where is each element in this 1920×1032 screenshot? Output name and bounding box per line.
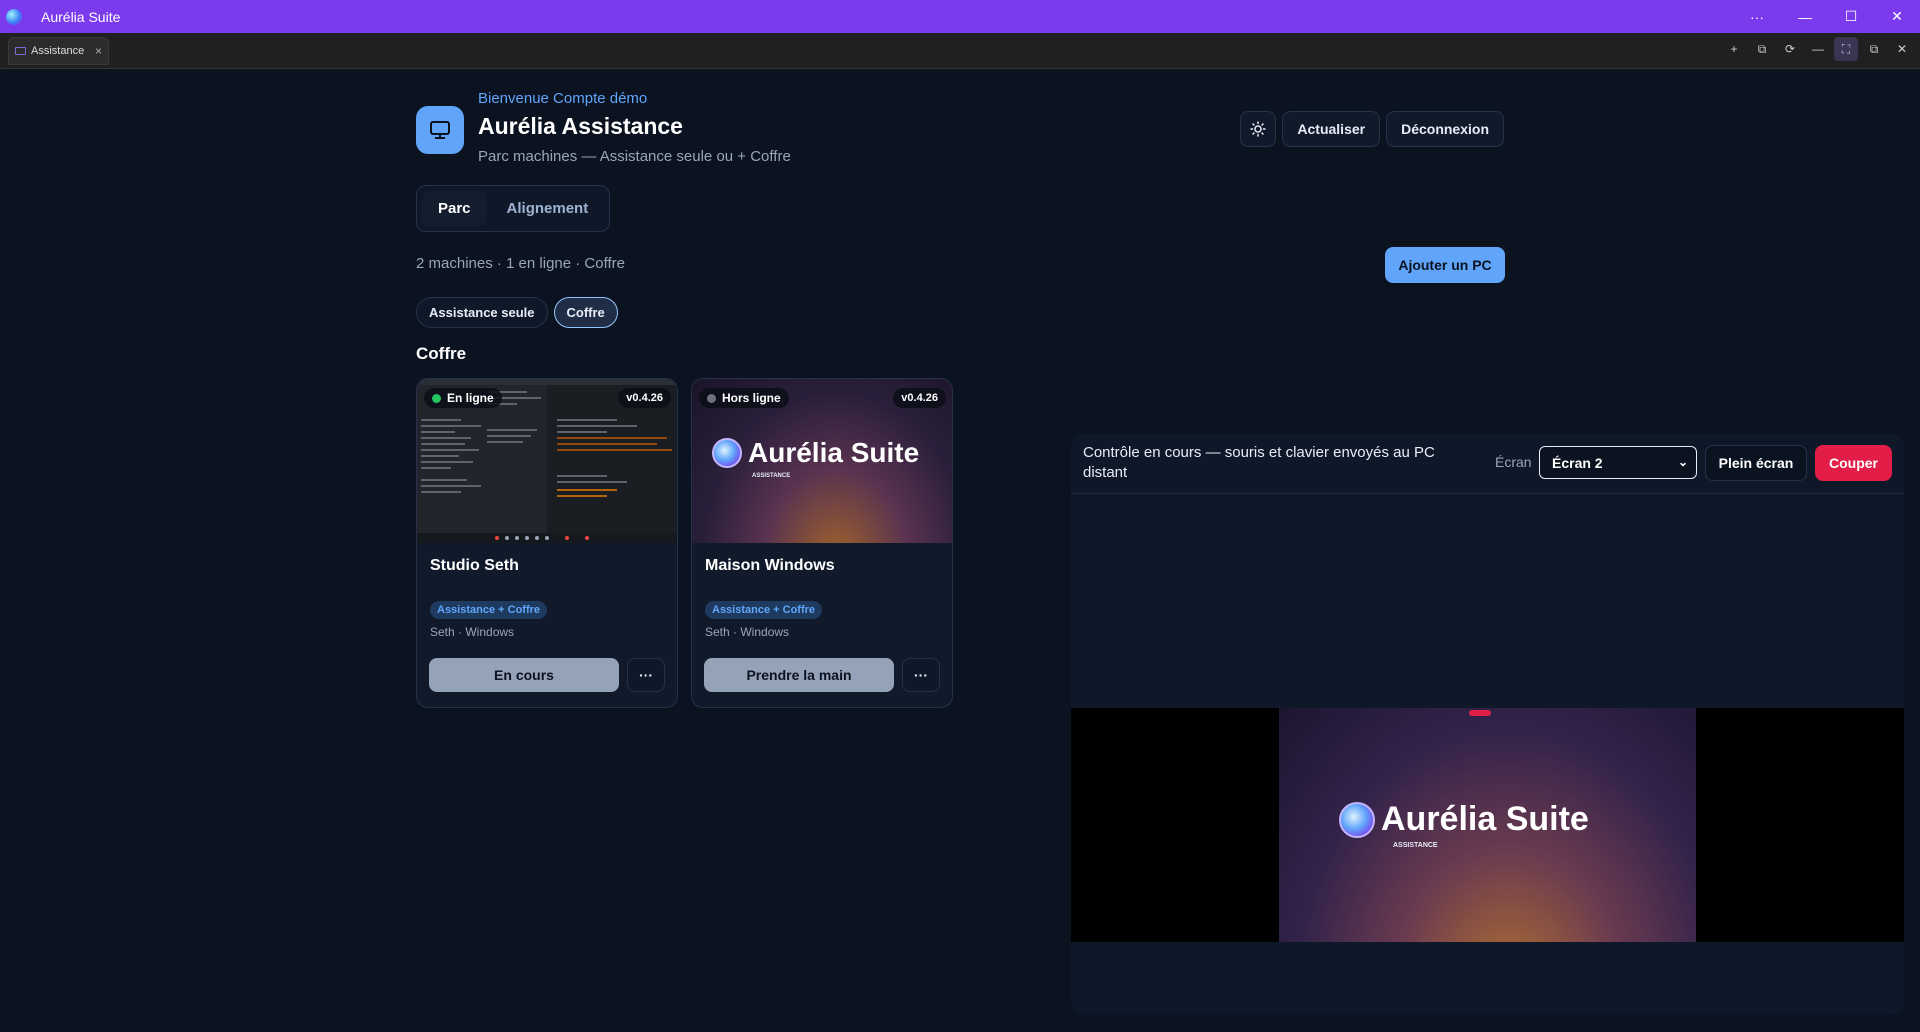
more-options-button[interactable]: ··· <box>627 658 665 692</box>
minimize-button[interactable]: — <box>1782 0 1828 33</box>
tab-tools: + ⧉ ⟳ — ⛶ ⧉ ✕ <box>1722 37 1914 61</box>
tab-bar: Assistance × + ⧉ ⟳ — ⛶ ⧉ ✕ <box>0 33 1920 69</box>
screen-thumbnail[interactable]: En ligne v0.4.26 <box>417 379 677 543</box>
add-pc-button[interactable]: Ajouter un PC <box>1385 247 1505 283</box>
remote-status-message: Contrôle en cours — souris et clavier en… <box>1083 444 1435 481</box>
brand-subtitle: ASSISTANCE <box>752 473 791 479</box>
screen-select-value: Écran 2 <box>1552 454 1603 471</box>
take-control-button[interactable]: Prendre la main <box>704 658 894 692</box>
fullscreen-button[interactable]: Plein écran <box>1705 445 1807 481</box>
version-badge: v0.4.26 <box>893 388 946 408</box>
window-titlebar: Aurélia Suite ··· — ☐ ✕ <box>0 0 1920 33</box>
filter-chips: Assistance seule Coffre <box>416 297 618 328</box>
theme-toggle-button[interactable] <box>1240 111 1277 147</box>
popout-icon[interactable]: ⧉ <box>1862 37 1886 61</box>
brand-wordmark: Aurélia Suite <box>1381 800 1589 838</box>
status-badge: En ligne <box>424 388 502 408</box>
close-button[interactable]: ✕ <box>1874 0 1920 33</box>
fullscreen-icon[interactable]: ⛶ <box>1834 37 1858 61</box>
machine-card: En ligne v0.4.26 Studio Seth Assistance … <box>416 378 678 708</box>
minimize-tab-icon[interactable]: — <box>1806 37 1830 61</box>
welcome-text: Bienvenue Compte démo <box>478 90 648 107</box>
sun-icon <box>1250 121 1267 137</box>
aurelia-logo-icon <box>712 438 742 468</box>
screen-thumbnail[interactable]: Aurélia Suite ASSISTANCE Hors ligne v0.4… <box>692 379 952 543</box>
machine-card: Aurélia Suite ASSISTANCE Hors ligne v0.4… <box>691 378 953 708</box>
open-external-icon[interactable]: ⧉ <box>1750 37 1774 61</box>
screen-label: Écran <box>1495 454 1532 470</box>
filter-coffre[interactable]: Coffre <box>553 297 618 328</box>
machine-meta: Seth · Windows <box>430 625 515 639</box>
maximize-button[interactable]: ☐ <box>1828 0 1874 33</box>
aurelia-logo-icon <box>1339 801 1375 838</box>
status-text: Hors ligne <box>722 391 781 405</box>
chevron-down-icon: ⌄ <box>1677 455 1688 469</box>
reload-icon[interactable]: ⟳ <box>1778 37 1802 61</box>
status-text: En ligne <box>447 391 494 405</box>
tab-alignement[interactable]: Alignement <box>491 191 605 226</box>
version-badge: v0.4.26 <box>618 388 671 408</box>
offline-dot-icon <box>707 393 716 403</box>
machine-name: Studio Seth <box>430 557 519 574</box>
remote-desktop-view[interactable]: Aurélia Suite ASSISTANCE <box>1279 708 1696 942</box>
window-title: Aurélia Suite <box>41 8 121 25</box>
page-title: Aurélia Assistance <box>478 113 683 139</box>
main-content: Bienvenue Compte démo Aurélia Assistance… <box>0 70 1920 1032</box>
tab-label: Assistance <box>31 44 85 57</box>
remote-control-panel: Contrôle en cours — souris et clavier en… <box>1071 434 1904 1015</box>
app-logo-icon <box>6 8 22 25</box>
section-title: Coffre <box>416 344 467 363</box>
screen-select[interactable]: Écran 2 ⌄ <box>1539 446 1697 479</box>
tab-close-icon[interactable]: × <box>95 44 102 58</box>
machine-name: Maison Windows <box>705 557 835 574</box>
close-tab-icon[interactable]: ✕ <box>1890 37 1914 61</box>
plan-badge: Assistance + Coffre <box>430 601 548 619</box>
logout-button[interactable]: Déconnexion <box>1386 111 1504 147</box>
more-icon[interactable]: ··· <box>1734 0 1780 33</box>
new-tab-icon[interactable]: + <box>1722 37 1746 61</box>
top-actions: Actualiser Déconnexion <box>1240 111 1504 147</box>
online-dot-icon <box>432 393 441 403</box>
brand-logo: Aurélia Suite <box>1339 800 1589 839</box>
plan-badge: Assistance + Coffre <box>705 601 823 619</box>
remote-toolbar: Contrôle en cours — souris et clavier en… <box>1071 434 1904 494</box>
refresh-button[interactable]: Actualiser <box>1282 111 1381 147</box>
fleet-summary: 2 machines · 1 en ligne · Coffre <box>416 255 625 272</box>
brand-subtitle: ASSISTANCE <box>1393 842 1438 849</box>
page-subtitle: Parc machines — Assistance seule ou + Co… <box>478 148 791 165</box>
recording-indicator-icon <box>1469 710 1491 716</box>
disconnect-button[interactable]: Couper <box>1815 445 1892 481</box>
status-badge: Hors ligne <box>699 388 789 408</box>
machine-meta: Seth · Windows <box>705 625 790 639</box>
window-controls: ··· — ☐ ✕ <box>1734 0 1920 33</box>
brand-wordmark: Aurélia Suite <box>748 437 920 468</box>
tab-assistance[interactable]: Assistance × <box>8 36 109 65</box>
tab-parc[interactable]: Parc <box>422 191 487 226</box>
brand-logo: Aurélia Suite <box>712 437 919 469</box>
monitor-icon <box>15 46 26 55</box>
monitor-icon <box>416 106 464 154</box>
filter-assistance-seule[interactable]: Assistance seule <box>416 297 548 328</box>
session-in-progress-button[interactable]: En cours <box>429 658 619 692</box>
remote-screen-stage[interactable]: Aurélia Suite ASSISTANCE <box>1071 708 1904 942</box>
view-tabs: Parc Alignement <box>416 185 610 232</box>
more-options-button[interactable]: ··· <box>902 658 940 692</box>
